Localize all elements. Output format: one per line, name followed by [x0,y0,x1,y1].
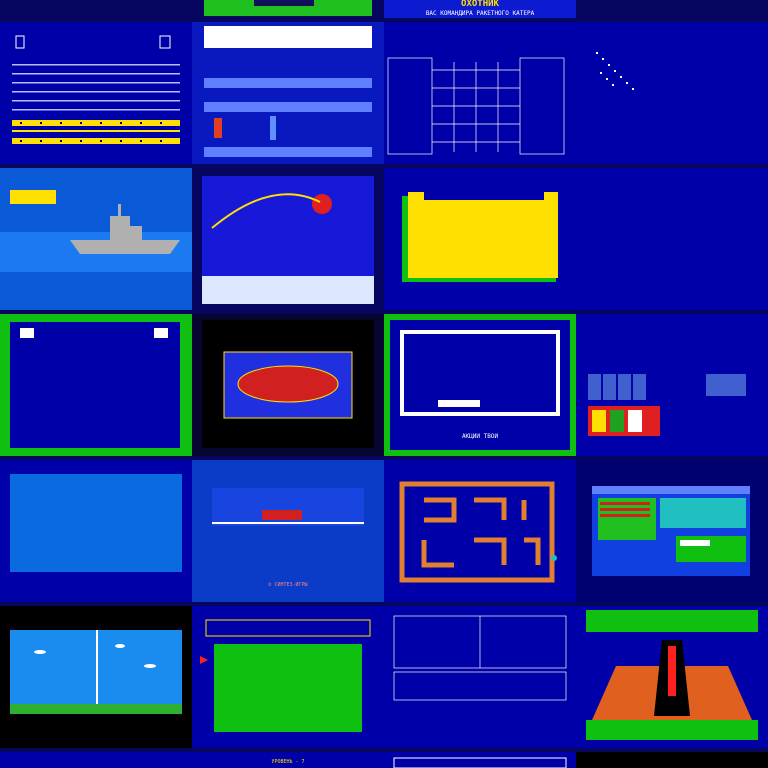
tile-r0c2[interactable]: ОХОТНИК ВАС КОМАНДИРА РАКЕТНОГО КАТЕРА [384,0,576,18]
tile-r4c0[interactable] [0,460,192,602]
tile-r6c2[interactable] [384,752,576,768]
tile-r2c0[interactable] [0,168,192,310]
tile-r6c1[interactable]: УРОВЕНЬ - 7 [192,752,384,768]
tile-r0c1[interactable] [192,0,384,18]
car-icon [262,510,302,520]
tile-r5c0[interactable] [0,606,192,748]
player-sprite [214,118,222,138]
r0c2-title: ОХОТНИК [461,0,500,9]
tile-r6c3[interactable] [576,752,768,768]
tile-r4c1[interactable]: © СИНТЕЗ-ИГРЫ [192,460,384,602]
tile-r3c2[interactable]: АКЦИИ ТВОИ [384,314,576,456]
r3c2-footer: АКЦИИ ТВОИ [462,433,499,440]
tile-r3c1[interactable] [192,314,384,456]
tile-r1c2[interactable] [384,22,576,164]
meteor-icon [312,194,332,214]
maze-walls [399,481,555,583]
screenshot-gallery: ОХОТНИК ВАС КОМАНДИРА РАКЕТНОГО КАТЕРА А… [0,0,768,768]
tile-r4c2[interactable] [384,460,576,602]
tile-r5c2[interactable] [384,606,576,748]
enemy-sprite [270,116,276,140]
tile-r1c1[interactable] [192,22,384,164]
tile-r2c1[interactable] [192,168,384,310]
tile-r3c3[interactable] [576,314,768,456]
tile-r2c3[interactable] [576,168,768,310]
tile-r0c3[interactable] [576,0,768,18]
r1c0-bar-2 [12,130,180,132]
dotted-stairs [596,52,634,90]
r4c1-footer: © СИНТЕЗ-ИГРЫ [268,582,307,588]
tile-r1c3[interactable] [576,22,768,164]
r0c2-sub: ВАС КОМАНДИРА РАКЕТНОГО КАТЕРА [426,10,535,17]
tile-r1c0[interactable] [0,22,192,164]
selector-arrow-icon [200,656,208,664]
r6c1-text: УРОВЕНЬ - 7 [271,759,304,765]
lock-icon [159,35,171,49]
tile-r6c0[interactable] [0,752,192,768]
r1c0-bar-1 [12,120,180,126]
r1c0-text-lines [12,64,180,111]
tile-r5c3[interactable] [576,606,768,748]
r1c0-bar-3 [12,138,180,144]
tile-r5c1[interactable] [192,606,384,748]
floppy-icon [15,35,25,49]
tile-r3c0[interactable] [0,314,192,456]
figure-icon [668,646,676,696]
tile-r4c3[interactable] [576,460,768,602]
brand-badge [10,190,56,204]
card-slots [588,374,746,400]
tile-r2c2[interactable] [384,168,576,310]
tile-r0c0[interactable] [0,0,192,18]
